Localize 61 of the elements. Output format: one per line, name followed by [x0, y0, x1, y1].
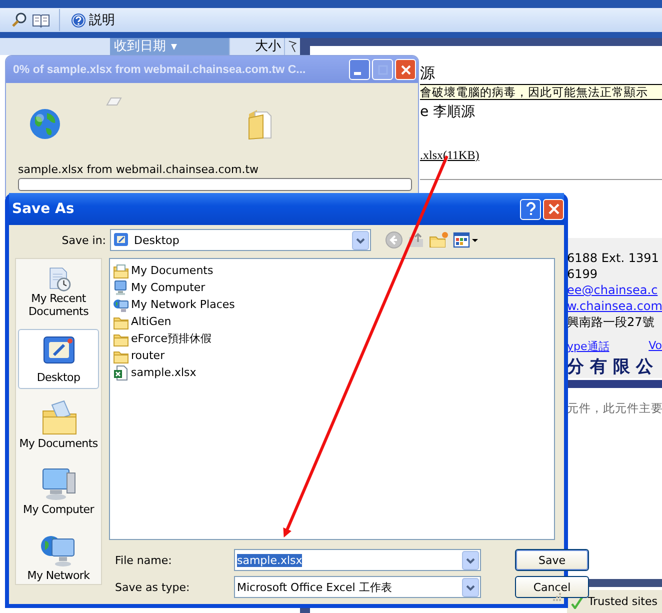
places-item[interactable]: My Computer — [18, 461, 99, 521]
file-item[interactable]: My Documents — [113, 262, 214, 279]
file-type-dropdown[interactable]: Microsoft Office Excel 工作表 — [234, 576, 481, 598]
help-icon — [71, 12, 86, 28]
places-item[interactable]: My Recent Documents — [18, 263, 99, 323]
folder-icon — [247, 108, 273, 140]
sender-text: 源 — [420, 64, 435, 83]
signature-link[interactable]: Vo — [648, 339, 662, 354]
help-button[interactable] — [520, 198, 541, 220]
field-label: File name: — [115, 554, 173, 566]
notice-bar: 會破壞電腦的病毒，因此可能無法正常顯示 — [420, 84, 662, 100]
signature-link[interactable]: ype通話 — [567, 339, 610, 354]
field-label: Save in: — [60, 234, 107, 246]
security-zone-text: Trusted sites — [588, 595, 658, 608]
signature-link[interactable]: ee@chainsea.c — [567, 282, 658, 298]
signature-text: 6188 Ext. 1391 — [567, 250, 660, 266]
computer-icon — [113, 280, 129, 296]
close-button[interactable] — [395, 59, 416, 80]
book-icon[interactable] — [32, 12, 50, 28]
location-dropdown[interactable]: Desktop — [110, 229, 371, 251]
spreadsheet-file-icon — [113, 364, 129, 380]
file-item[interactable]: My Network Places — [113, 296, 235, 313]
cancel-button[interactable]: Cancel — [515, 576, 589, 598]
company-name: 分有限公 — [567, 356, 660, 378]
save-button[interactable]: Save — [515, 549, 589, 571]
minimize-button[interactable] — [349, 59, 370, 80]
file-item[interactable]: My Computer — [113, 279, 206, 296]
view-menu-icon[interactable] — [453, 231, 479, 249]
file-item[interactable]: sample.xlsx — [113, 364, 196, 381]
field-label: Save as type: — [115, 580, 191, 594]
documents-folder-icon — [113, 262, 129, 278]
signature-text: 興南路一段27號 — [567, 314, 656, 330]
signature-link[interactable]: w.chainsea.com — [567, 298, 662, 314]
help-button[interactable]: 説明 — [69, 11, 117, 29]
places-item[interactable]: Desktop — [18, 329, 99, 389]
window-title: Save As — [12, 201, 74, 217]
desktop-icon — [113, 232, 129, 248]
attachment-link[interactable]: .xlsx(11KB) — [420, 148, 480, 163]
resize-grip-icon[interactable] — [552, 592, 562, 602]
file-item[interactable]: router — [113, 347, 165, 364]
close-icon — [548, 203, 560, 215]
source-text: sample.xlsx from webmail.chainsea.com.tw — [18, 163, 260, 176]
places-item[interactable]: My Documents — [18, 395, 99, 455]
file-item[interactable]: AltiGen — [113, 313, 172, 330]
search-icon[interactable] — [11, 12, 27, 28]
up-folder-icon[interactable] — [407, 231, 425, 249]
file-item[interactable]: eForce預排休假 — [113, 330, 212, 347]
signature-text: 6199 — [567, 266, 599, 282]
file-name-field[interactable]: sample.xlsx — [234, 549, 481, 571]
network-computer-icon — [113, 296, 129, 312]
documents-folder-icon — [40, 398, 78, 436]
recipient-text: e 李順源 — [420, 103, 476, 121]
minimize-icon — [354, 72, 361, 75]
close-icon — [400, 64, 410, 74]
sort-arrow-icon — [170, 42, 178, 50]
close-button[interactable] — [543, 198, 564, 220]
question-mark-icon — [524, 202, 536, 216]
globe-icon — [29, 108, 61, 140]
places-item[interactable]: My Network — [18, 527, 99, 587]
paper-icon — [105, 97, 123, 107]
window-title: 0% of sample.xlsx from webmail.chainsea.com.tw C... — [13, 64, 306, 76]
